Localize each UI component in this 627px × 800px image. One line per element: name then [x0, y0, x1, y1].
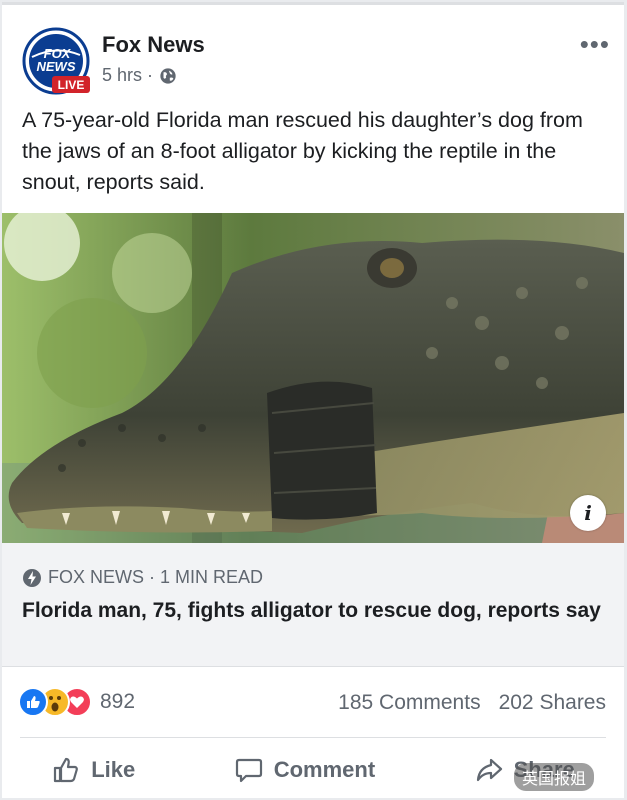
reactions-summary[interactable]: 892: [18, 687, 135, 717]
share-arrow-icon: [476, 758, 502, 782]
comment-button[interactable]: Comment: [234, 755, 375, 785]
post-text: A 75-year-old Florida man rescued his da…: [22, 108, 583, 194]
link-headline[interactable]: Florida man, 75, fights alligator to res…: [22, 597, 602, 624]
link-preview[interactable]: FOX NEWS · 1 MIN READ Florida man, 75, f…: [2, 543, 624, 667]
post-photo[interactable]: i: [2, 213, 624, 543]
watermark: 英国报姐: [513, 763, 594, 791]
post-time[interactable]: 5 hrs ·: [102, 65, 153, 86]
like-button[interactable]: Like: [51, 755, 135, 785]
like-reaction-icon: [18, 687, 48, 717]
logo-text-news: NEWS: [37, 59, 76, 74]
comments-shares-counts: 185 Comments 202 Shares: [338, 691, 606, 715]
comment-bubble-icon: [235, 758, 262, 783]
alligator-photo: [2, 213, 624, 543]
link-source: FOX NEWS · 1 MIN READ: [22, 567, 263, 588]
post-header: FOX NEWS LIVE Fox News 5 hrs · •••: [22, 27, 612, 97]
info-button[interactable]: i: [570, 495, 606, 531]
reactions-count: 892: [100, 690, 136, 713]
link-source-text: FOX NEWS · 1 MIN READ: [48, 567, 264, 587]
like-label: Like: [91, 757, 136, 782]
post-author[interactable]: Fox News: [102, 32, 205, 58]
engagement-stats: 892 185 Comments 202 Shares: [2, 669, 624, 737]
comment-label: Comment: [273, 757, 376, 782]
fox-news-logo-avatar[interactable]: FOX NEWS LIVE: [22, 27, 92, 97]
thumbs-up-icon: [54, 757, 79, 783]
logo-live-badge: LIVE: [58, 78, 85, 92]
more-options-icon[interactable]: •••: [580, 31, 610, 57]
comments-count[interactable]: 185 Comments: [338, 691, 480, 715]
globe-icon: [160, 67, 176, 84]
post-meta: 5 hrs ·: [102, 65, 177, 86]
actions-divider: [20, 737, 606, 738]
instant-article-bolt-icon: [23, 568, 41, 587]
post-card: FOX NEWS LIVE Fox News 5 hrs · ••• A 75-…: [2, 2, 624, 798]
shares-count[interactable]: 202 Shares: [499, 691, 606, 715]
